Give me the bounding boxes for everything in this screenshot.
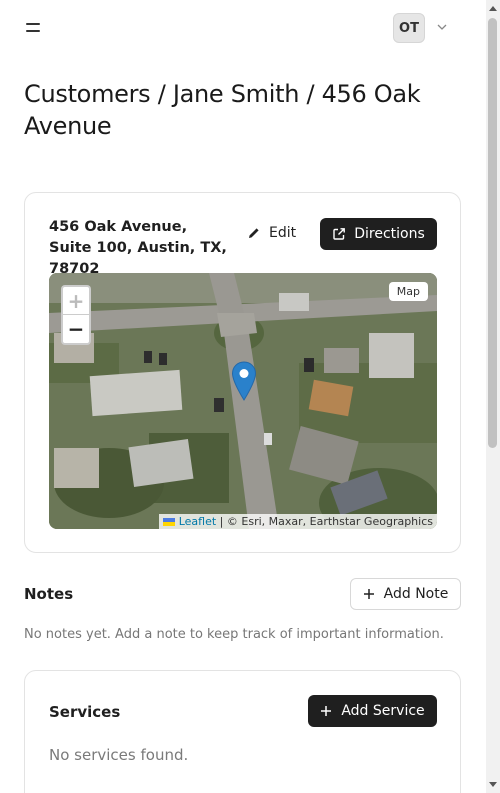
add-service-button[interactable]: Add Service [308,695,437,727]
add-service-label: Add Service [341,703,425,719]
edit-label: Edit [269,225,297,241]
page-scrollbar[interactable] [486,0,500,793]
address-text: 456 Oak Avenue, Suite 100, Austin, TX, 7… [49,219,227,277]
pencil-icon [249,228,259,238]
leaflet-link[interactable]: Leaflet [179,515,216,528]
scroll-thumb[interactable] [488,18,497,448]
address-card: 456 Oak Avenue, Suite 100, Austin, TX, 7… [24,192,461,553]
directions-label: Directions [354,226,425,242]
map-attribution: Leaflet | © Esri, Maxar, Earthstar Geogr… [159,514,437,529]
top-bar: OT [0,0,486,56]
plus-icon [363,589,374,599]
avatar[interactable]: OT [393,13,425,43]
services-empty-message: No services found. [49,746,189,764]
services-card: Services Add Service No services found. [24,670,461,793]
ukraine-flag-icon [163,518,176,526]
zoom-control: + − [61,285,91,345]
satellite-map[interactable]: + − Map Leaflet | © Esri, Maxar, Earthst… [49,273,437,529]
hamburger-menu-icon[interactable] [24,20,44,36]
page-title: Customers / Jane Smith / 456 Oak Avenue [24,80,421,140]
edit-button[interactable]: Edit [247,218,296,248]
add-note-button[interactable]: Add Note [350,578,461,610]
scroll-up-arrow-icon[interactable] [489,6,497,11]
chevron-down-icon[interactable] [435,20,449,34]
external-link-icon [333,228,346,240]
attribution-text: | © Esri, Maxar, Earthstar Geographics [216,515,433,528]
menu-line [26,23,40,25]
map-imagery [49,273,437,529]
notes-empty-message: No notes yet. Add a note to keep track o… [24,627,444,642]
notes-heading: Notes [24,585,74,603]
menu-line [26,30,40,32]
directions-button[interactable]: Directions [320,218,437,250]
map-type-toggle[interactable]: Map [388,282,428,301]
zoom-in-button[interactable]: + [63,287,89,315]
plus-icon [321,706,332,716]
services-heading: Services [49,703,121,721]
zoom-out-button[interactable]: − [63,315,89,343]
add-note-label: Add Note [383,586,449,602]
scroll-down-arrow-icon[interactable] [489,782,497,787]
map-marker-icon[interactable] [231,361,257,401]
